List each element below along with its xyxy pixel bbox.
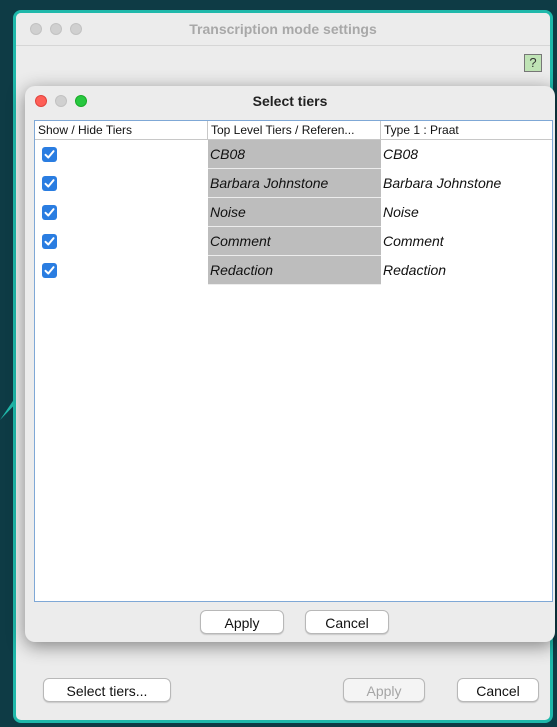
checkmark-icon [44,179,55,188]
table-row[interactable]: Comment Comment [35,227,552,256]
window-titlebar: Transcription mode settings [16,13,550,46]
checkmark-icon [44,150,55,159]
dialog-title: Select tiers [252,93,328,109]
table-header: Show / Hide Tiers Top Level Tiers / Refe… [35,121,552,140]
help-button[interactable]: ? [524,54,542,72]
show-hide-cell [35,227,208,256]
tier-visible-checkbox[interactable] [42,205,57,220]
show-hide-cell [35,198,208,227]
show-hide-cell [35,140,208,169]
dialog-cancel-button[interactable]: Cancel [305,610,389,634]
tier-type-cell: Noise [383,204,419,220]
cancel-button[interactable]: Cancel [457,678,539,702]
dialog-button-bar: Apply Cancel [25,610,555,636]
tier-name-cell: Comment [208,227,381,256]
table-row[interactable]: CB08 CB08 [35,140,552,169]
table-row[interactable]: Redaction Redaction [35,256,552,285]
apply-button-disabled[interactable]: Apply [343,678,425,702]
tier-visible-checkbox[interactable] [42,234,57,249]
checkmark-icon [44,266,55,275]
show-hide-cell [35,169,208,198]
window-button-bar: Select tiers... Apply Cancel [16,678,550,704]
tier-type-cell: Comment [383,233,444,249]
tier-name-cell: Redaction [208,256,381,285]
tier-type-cell: CB08 [383,146,419,162]
dialog-titlebar: Select tiers [25,86,555,116]
table-row[interactable]: Barbara Johnstone Barbara Johnstone [35,169,552,198]
column-header-show-hide[interactable]: Show / Hide Tiers [35,121,208,139]
window-title: Transcription mode settings [189,21,377,37]
select-tiers-button[interactable]: Select tiers... [43,678,171,702]
tier-name-cell: CB08 [208,140,381,169]
show-hide-cell [35,256,208,285]
tier-visible-checkbox[interactable] [42,176,57,191]
tier-type-cell: Redaction [383,262,447,278]
select-tiers-dialog: Select tiers Show / Hide Tiers Top Level… [25,86,555,642]
column-header-top-level-tiers[interactable]: Top Level Tiers / Referen... [208,121,381,139]
tier-name-cell: Barbara Johnstone [208,169,381,198]
tier-name-cell: Noise [208,198,381,227]
column-header-type[interactable]: Type 1 : Praat [381,121,552,139]
checkmark-icon [44,237,55,246]
table-row[interactable]: Noise Noise [35,198,552,227]
tier-visible-checkbox[interactable] [42,263,57,278]
tier-type-cell: Barbara Johnstone [383,175,502,191]
tiers-table[interactable]: Show / Hide Tiers Top Level Tiers / Refe… [34,120,553,602]
tier-visible-checkbox[interactable] [42,147,57,162]
checkmark-icon [44,208,55,217]
dialog-apply-button[interactable]: Apply [200,610,284,634]
